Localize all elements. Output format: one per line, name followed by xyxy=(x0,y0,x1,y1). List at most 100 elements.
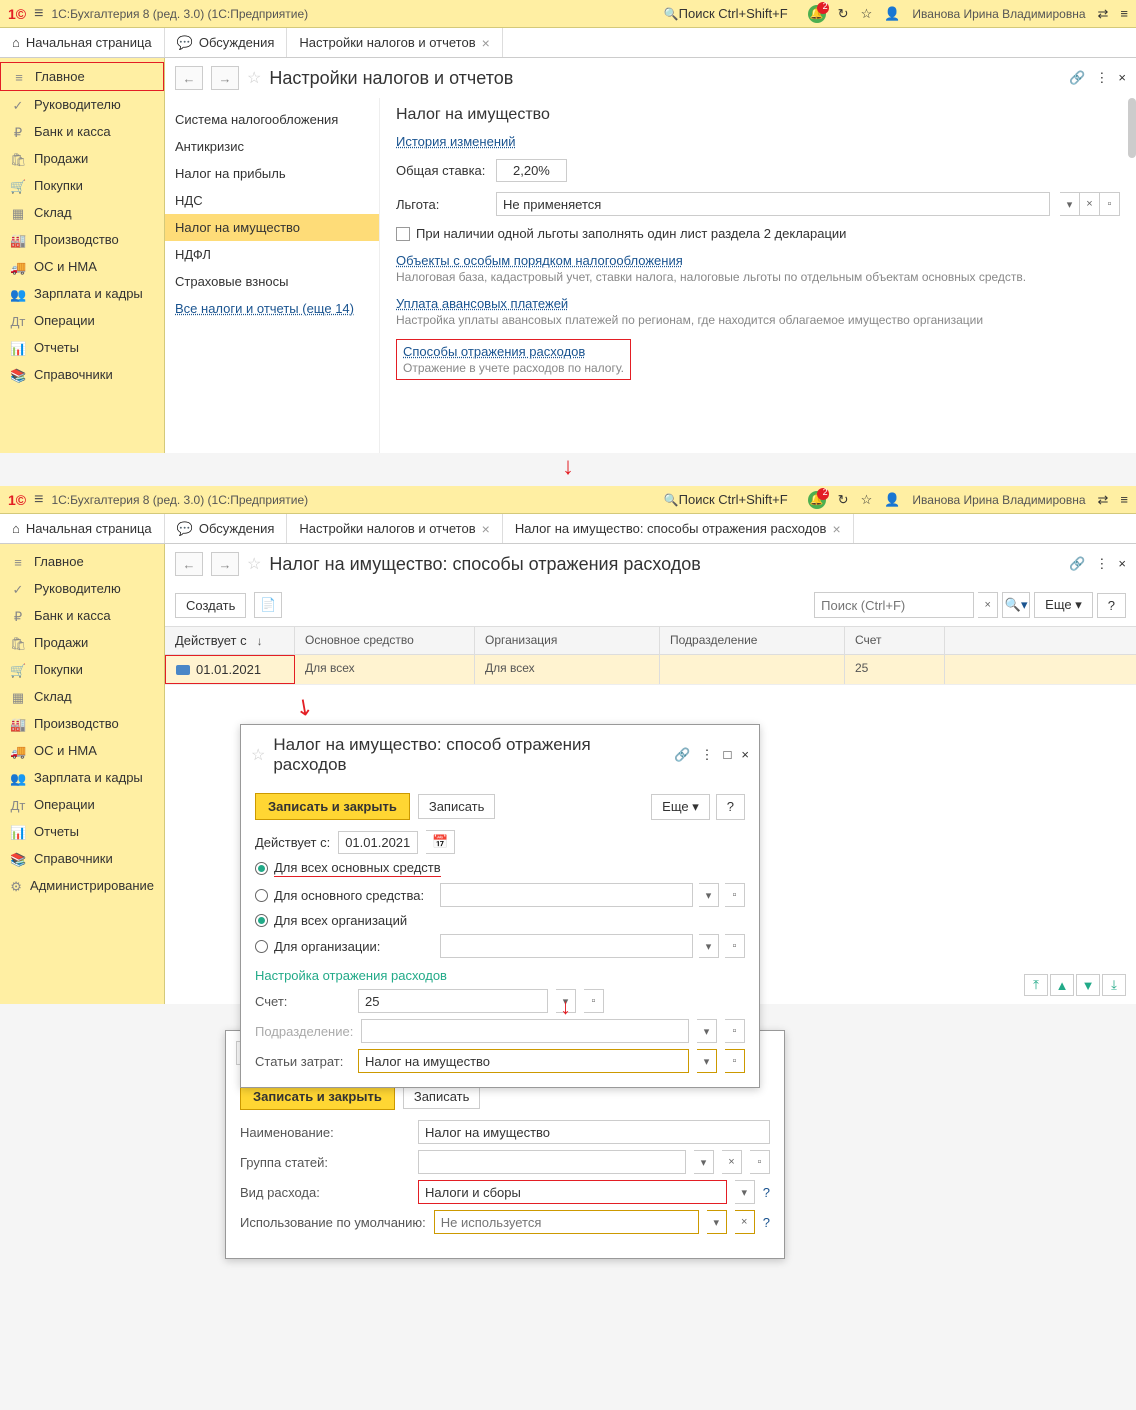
sidebar-item-5[interactable]: ▦Склад xyxy=(0,199,164,226)
sidebar-item-4[interactable]: 🛒Покупки xyxy=(0,656,164,683)
help-button[interactable]: ? xyxy=(1097,593,1126,618)
prev-page-icon[interactable]: ▲ xyxy=(1050,974,1074,996)
forward-button[interactable]: → xyxy=(211,66,239,90)
help-icon[interactable]: ? xyxy=(763,1185,770,1200)
back-button[interactable]: ← xyxy=(175,66,203,90)
open-icon[interactable]: ▫ xyxy=(1100,192,1120,216)
sidebar-item-8[interactable]: 👥Зарплата и кадры xyxy=(0,764,164,791)
forward-button[interactable]: → xyxy=(211,552,239,576)
search-button[interactable]: 🔍▾ xyxy=(1002,592,1030,618)
sidebar-item-2[interactable]: ₽Банк и касса xyxy=(0,602,164,629)
tab-home[interactable]: ⌂Начальная страница xyxy=(0,28,165,57)
type-select[interactable] xyxy=(418,1180,727,1204)
single-benefit-checkbox[interactable] xyxy=(396,227,410,241)
copy-button[interactable]: 📄 xyxy=(254,592,282,618)
user-icon[interactable]: 👤 xyxy=(884,492,900,508)
filter-icon[interactable]: ≡ xyxy=(1120,492,1128,507)
favorite-icon[interactable]: ☆ xyxy=(251,745,265,765)
rate-input[interactable]: 2,20% xyxy=(496,159,567,182)
history-icon[interactable]: ↻ xyxy=(838,492,849,508)
dropdown-icon[interactable]: ▾ xyxy=(694,1150,714,1174)
dropdown-icon[interactable]: ▾ xyxy=(699,934,719,958)
org-select[interactable] xyxy=(440,934,693,958)
sidebar-item-1[interactable]: ✓Руководителю xyxy=(0,91,164,118)
dropdown-icon[interactable]: ▾ xyxy=(697,1049,717,1073)
favorite-icon[interactable]: ☆ xyxy=(247,68,261,88)
nav-tax-system[interactable]: Система налогообложения xyxy=(165,106,379,133)
sidebar-item-9[interactable]: ДтОперации xyxy=(0,307,164,334)
sidebar-item-3[interactable]: 🛍Продажи xyxy=(0,145,164,172)
sidebar-item-10[interactable]: 📊Отчеты xyxy=(0,334,164,361)
special-objects-link[interactable]: Объекты с особым порядком налогообложени… xyxy=(396,253,683,268)
clear-icon[interactable]: × xyxy=(722,1150,742,1174)
open-icon[interactable]: ▫ xyxy=(725,1049,745,1073)
switch-icon[interactable]: ⇄ xyxy=(1098,6,1109,22)
help-button[interactable]: ? xyxy=(716,794,745,820)
more-icon[interactable]: ⋮ xyxy=(1095,556,1108,572)
col-asset[interactable]: Основное средство xyxy=(295,627,475,654)
sidebar-item-7[interactable]: 🚚ОС и НМА xyxy=(0,253,164,280)
switch-icon[interactable]: ⇄ xyxy=(1098,492,1109,508)
burger-icon[interactable]: ≡ xyxy=(34,5,43,23)
maximize-icon[interactable]: □ xyxy=(724,747,732,763)
calendar-icon[interactable]: 📅 xyxy=(426,830,455,854)
favorite-icon[interactable]: ☆ xyxy=(247,554,261,574)
col-dept[interactable]: Подразделение xyxy=(660,627,845,654)
sidebar-item-9[interactable]: ДтОперации xyxy=(0,791,164,818)
sidebar-item-11[interactable]: 📚Справочники xyxy=(0,845,164,872)
link-icon[interactable]: 🔗 xyxy=(1069,556,1085,572)
global-search[interactable]: 🔍 Поиск Ctrl+Shift+F xyxy=(664,6,788,21)
global-search[interactable]: 🔍 Поиск Ctrl+Shift+F xyxy=(664,492,788,507)
dropdown-icon[interactable]: ▾ xyxy=(707,1210,727,1234)
clear-search-icon[interactable]: × xyxy=(978,592,998,618)
dropdown-icon[interactable]: ▾ xyxy=(735,1180,755,1204)
sidebar-item-3[interactable]: 🛍Продажи xyxy=(0,629,164,656)
sidebar-item-4[interactable]: 🛒Покупки xyxy=(0,172,164,199)
col-org[interactable]: Организация xyxy=(475,627,660,654)
bell-icon[interactable]: 🔔2 xyxy=(808,491,826,509)
user-icon[interactable]: 👤 xyxy=(884,6,900,22)
default-select[interactable] xyxy=(434,1210,699,1234)
clear-icon[interactable]: × xyxy=(1080,192,1100,216)
nav-profit-tax[interactable]: Налог на прибыль xyxy=(165,160,379,187)
nav-ndfl[interactable]: НДФЛ xyxy=(165,241,379,268)
name-input[interactable] xyxy=(418,1120,770,1144)
more-icon[interactable]: ⋮ xyxy=(1095,70,1108,86)
radio-all-orgs[interactable] xyxy=(255,914,268,927)
open-icon[interactable]: ▫ xyxy=(725,934,745,958)
nav-anticrisis[interactable]: Антикризис xyxy=(165,133,379,160)
radio-all-assets[interactable] xyxy=(255,862,268,875)
close-icon[interactable]: × xyxy=(482,35,490,51)
date-input[interactable] xyxy=(338,831,418,854)
link-icon[interactable]: 🔗 xyxy=(1069,70,1085,86)
close-icon[interactable]: × xyxy=(832,521,840,537)
save-button[interactable]: Записать xyxy=(418,794,496,819)
sidebar-item-admin[interactable]: ⚙Администрирование xyxy=(0,872,164,899)
more-button[interactable]: Еще ▾ xyxy=(1034,592,1093,618)
nav-vat[interactable]: НДС xyxy=(165,187,379,214)
next-page-icon[interactable]: ▼ xyxy=(1076,974,1100,996)
clear-icon[interactable]: × xyxy=(735,1210,755,1234)
sidebar-item-6[interactable]: 🏭Производство xyxy=(0,710,164,737)
sidebar-item-7[interactable]: 🚚ОС и НМА xyxy=(0,737,164,764)
create-button[interactable]: Создать xyxy=(175,593,246,618)
help-icon[interactable]: ? xyxy=(763,1215,770,1230)
sidebar-item-5[interactable]: ▦Склад xyxy=(0,683,164,710)
col-date[interactable]: Действует с ↓ xyxy=(165,627,295,654)
cost-select[interactable] xyxy=(358,1049,689,1073)
close-icon[interactable]: × xyxy=(741,747,749,763)
asset-select[interactable] xyxy=(440,883,693,907)
sidebar-item-10[interactable]: 📊Отчеты xyxy=(0,818,164,845)
benefit-select[interactable]: Не применяется xyxy=(496,192,1050,216)
first-page-icon[interactable]: ⤒ xyxy=(1024,974,1048,996)
close-icon[interactable]: × xyxy=(1118,70,1126,86)
nav-property-tax[interactable]: Налог на имущество xyxy=(165,214,379,241)
more-button[interactable]: Еще ▾ xyxy=(651,794,710,820)
group-select[interactable] xyxy=(418,1150,686,1174)
grid-search-input[interactable] xyxy=(814,592,974,618)
dropdown-icon[interactable]: ▾ xyxy=(699,883,719,907)
more-icon[interactable]: ⋮ xyxy=(701,747,714,763)
star-icon[interactable]: ☆ xyxy=(861,492,873,508)
link-icon[interactable]: 🔗 xyxy=(674,747,690,763)
sidebar-item-2[interactable]: ₽Банк и касса xyxy=(0,118,164,145)
